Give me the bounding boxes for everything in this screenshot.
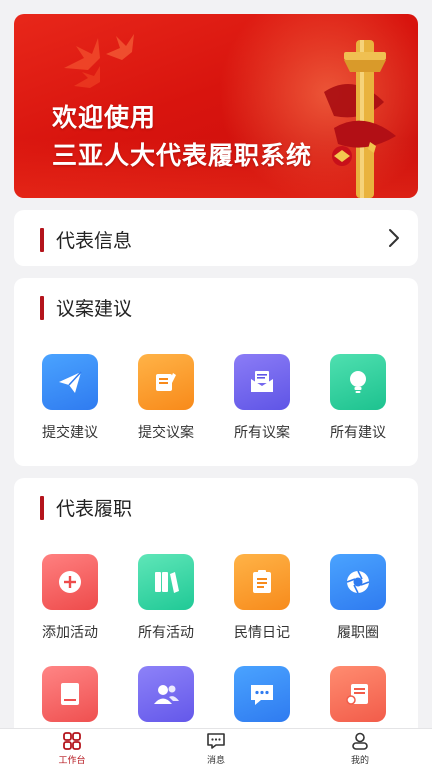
duty-item-7-button[interactable] xyxy=(222,666,302,722)
grid-label: 所有议案 xyxy=(234,424,290,440)
public-opinion-diary-button[interactable]: 民情日记 xyxy=(222,554,302,642)
proposals-header: 议案建议 xyxy=(40,294,132,321)
doves-illustration xyxy=(64,34,134,88)
banner-title-line1: 欢迎使用 xyxy=(52,104,157,132)
add-activity-button[interactable]: 添加活动 xyxy=(30,554,110,642)
duty-item-5-button[interactable] xyxy=(30,666,110,722)
duties-header: 代表履职 xyxy=(40,494,132,521)
document-edit-icon xyxy=(138,354,194,410)
duties-card: 代表履职 添加活动 所有活动 民情日记 履职圈 xyxy=(14,478,418,740)
tab-label: 消息 xyxy=(206,755,225,765)
clipboard-icon xyxy=(234,554,290,610)
rep-info-title: 代表信息 xyxy=(56,231,133,252)
book-icon xyxy=(42,666,98,722)
proposals-card: 议案建议 提交建议 提交议案 所有议案 所有建议 xyxy=(14,278,418,466)
huabiao-column-illustration xyxy=(324,40,396,198)
all-activities-button[interactable]: 所有活动 xyxy=(126,554,206,642)
submit-suggestion-button[interactable]: 提交建议 xyxy=(30,354,110,442)
grid-label: 添加活动 xyxy=(42,624,98,640)
contacts-icon xyxy=(138,666,194,722)
section-accent-bar xyxy=(40,495,44,520)
chat-bubble-icon xyxy=(234,666,290,722)
grid-icon xyxy=(63,732,81,750)
proposals-title: 议案建议 xyxy=(56,299,133,320)
envelope-icon xyxy=(234,354,290,410)
books-icon xyxy=(138,554,194,610)
banner-title-line2: 三亚人大代表履职系统 xyxy=(52,142,313,170)
tab-label: 我的 xyxy=(350,755,369,765)
tab-messages[interactable]: 消息 xyxy=(144,729,288,768)
rep-info-header: 代表信息 xyxy=(40,226,132,253)
grid-label: 履职圈 xyxy=(337,624,379,640)
grid-label: 民情日记 xyxy=(234,624,290,640)
section-accent-bar xyxy=(40,295,44,320)
section-accent-bar xyxy=(40,227,44,252)
rep-info-card[interactable]: 代表信息 xyxy=(14,210,418,266)
user-icon xyxy=(352,732,368,750)
aperture-icon xyxy=(330,554,386,610)
submit-motion-button[interactable]: 提交议案 xyxy=(126,354,206,442)
certificate-icon xyxy=(330,666,386,722)
all-suggestions-button[interactable]: 所有建议 xyxy=(318,354,398,442)
duties-title: 代表履职 xyxy=(56,499,133,520)
tab-mine[interactable]: 我的 xyxy=(288,729,432,768)
tab-workbench[interactable]: 工作台 xyxy=(0,729,144,768)
grid-label: 提交议案 xyxy=(138,424,194,440)
plus-circle-icon xyxy=(42,554,98,610)
grid-label: 所有建议 xyxy=(330,424,386,440)
lightbulb-icon xyxy=(330,354,386,410)
grid-label: 所有活动 xyxy=(138,624,194,640)
bottom-tab-bar: 工作台 消息 我的 xyxy=(0,728,432,768)
duty-circle-button[interactable]: 履职圈 xyxy=(318,554,398,642)
chevron-right-icon[interactable] xyxy=(386,227,402,249)
duty-item-8-button[interactable] xyxy=(318,666,398,722)
tab-label: 工作台 xyxy=(58,755,86,765)
welcome-banner: 欢迎使用 三亚人大代表履职系统 xyxy=(14,14,418,198)
grid-label: 提交建议 xyxy=(42,424,98,440)
all-motions-button[interactable]: 所有议案 xyxy=(222,354,302,442)
duty-item-6-button[interactable] xyxy=(126,666,206,722)
paper-plane-icon xyxy=(42,354,98,410)
message-icon xyxy=(207,733,225,749)
